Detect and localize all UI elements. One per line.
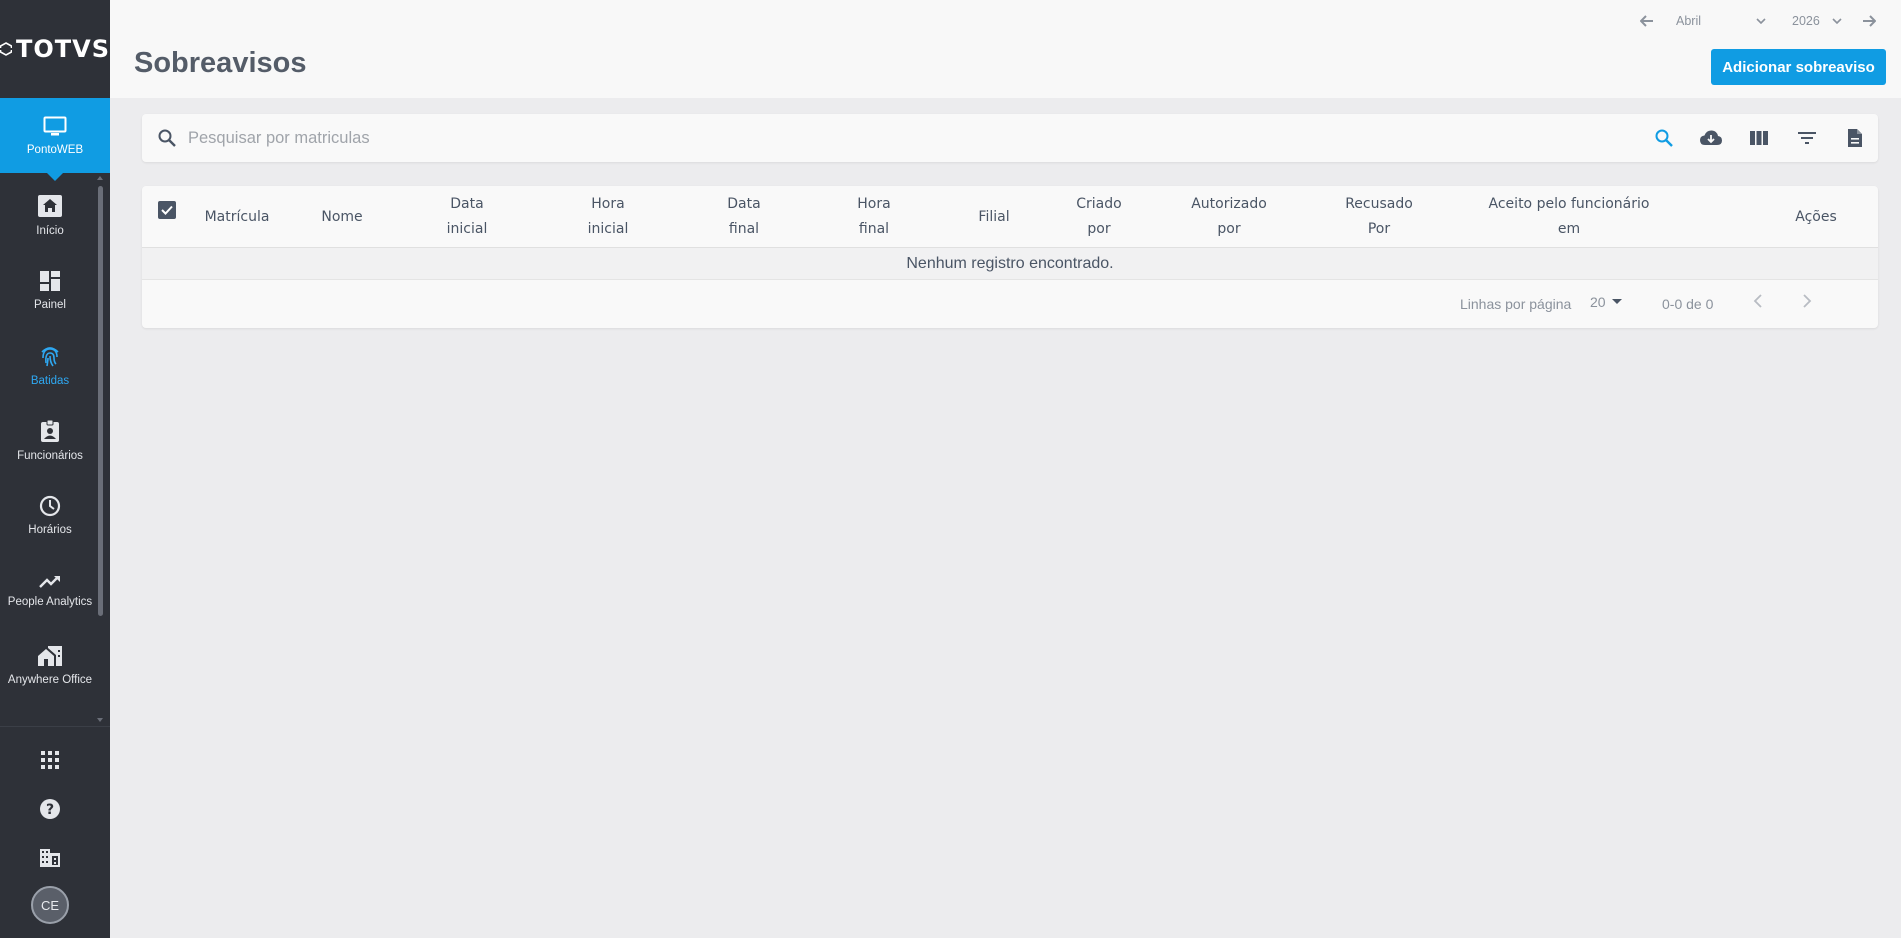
year-value: 2026: [1792, 14, 1820, 28]
chevron-left-icon[interactable]: [1752, 293, 1764, 309]
page-header: Sobreavisos Abril 2026 Adicionar sobreav…: [110, 0, 1901, 98]
caret-down-icon: [1611, 299, 1622, 304]
search-toolbar: [142, 114, 1878, 162]
scroll-up-icon[interactable]: [97, 176, 103, 180]
sidebar-item-batidas[interactable]: Batidas: [0, 328, 100, 403]
scroll-down-icon[interactable]: [97, 718, 103, 722]
year-select[interactable]: 2026: [1792, 14, 1854, 28]
page-range: 0-0 de 0: [1662, 296, 1714, 312]
column-filial[interactable]: Filial: [944, 186, 1044, 248]
table-header: Matrícula Nome Data inicial Hora inicial…: [142, 186, 1878, 248]
sidebar-item-people-analytics[interactable]: People Analytics: [0, 553, 100, 628]
sidebar-item-label: Funcionários: [17, 450, 83, 462]
help-button[interactable]: ?: [0, 798, 100, 820]
column-data-final[interactable]: Data final: [684, 186, 804, 248]
trending-up-icon: [39, 576, 60, 588]
empty-message: Nenhum registro encontrado.: [142, 248, 1878, 280]
building-icon: [40, 849, 60, 867]
download-button[interactable]: [1699, 126, 1723, 150]
company-button[interactable]: [0, 847, 100, 867]
select-all-checkbox[interactable]: [158, 201, 176, 219]
monitor-icon: [43, 116, 67, 135]
column-matricula[interactable]: Matrícula: [192, 186, 282, 248]
sidebar-item-label: Painel: [34, 299, 66, 311]
sidebar-item-label: Horários: [28, 524, 72, 536]
fingerprint-icon: [41, 347, 59, 367]
sidebar-item-label: Início: [36, 225, 64, 237]
sidebar-item-anywhere-office[interactable]: Anywhere Office: [0, 628, 100, 703]
check-icon: [161, 205, 173, 215]
user-menu[interactable]: CE: [0, 886, 100, 924]
arrow-right-icon[interactable]: [1862, 15, 1876, 27]
chevron-down-icon: [1832, 18, 1842, 24]
totvs-logo[interactable]: TOTVS: [0, 0, 110, 98]
document-icon: [1848, 129, 1862, 147]
search-icon: [1655, 129, 1673, 147]
clock-icon: [39, 495, 61, 517]
page-title: Sobreavisos: [134, 47, 307, 79]
filter-button[interactable]: [1795, 126, 1819, 150]
report-button[interactable]: [1843, 126, 1867, 150]
cloud-download-icon: [1700, 130, 1722, 145]
search-icon: [158, 129, 176, 147]
sidebar-item-label: People Analytics: [7, 596, 93, 608]
sidebar-item-painel[interactable]: Painel: [0, 253, 100, 328]
dashboard-icon: [40, 271, 60, 291]
column-data-inicial[interactable]: Data inicial: [402, 186, 532, 248]
month-select[interactable]: Abril: [1676, 14, 1786, 28]
column-hora-inicial[interactable]: Hora inicial: [532, 186, 684, 248]
badge-icon: [41, 419, 59, 442]
month-value: Abril: [1676, 14, 1702, 28]
rows-per-page-select[interactable]: 20: [1590, 294, 1622, 310]
search-input[interactable]: [188, 124, 1488, 152]
search-button[interactable]: [1652, 126, 1676, 150]
pagination: Linhas por página 20 0-0 de 0: [142, 280, 1878, 328]
sobreavisos-table: Matrícula Nome Data inicial Hora inicial…: [142, 186, 1878, 328]
home-icon: [38, 195, 62, 217]
columns-button[interactable]: [1747, 126, 1771, 150]
totvs-logo-icon: [0, 42, 12, 56]
rows-per-page-label: Linhas por página: [1460, 296, 1572, 312]
sidebar-item-funcionarios[interactable]: Funcionários: [0, 403, 100, 478]
rows-per-page-value: 20: [1590, 294, 1606, 310]
column-criado-por[interactable]: Criado por: [1044, 186, 1154, 248]
sidebar-app-pontoweb[interactable]: PontoWEB: [0, 98, 110, 181]
sidebar-item-label: Batidas: [30, 375, 70, 387]
apps-button[interactable]: [0, 751, 100, 769]
column-acoes: Ações: [1795, 208, 1837, 225]
help-icon: ?: [40, 799, 60, 819]
sidebar-item-horarios[interactable]: Horários: [0, 478, 100, 553]
chevron-right-icon[interactable]: [1801, 293, 1813, 309]
filter-list-icon: [1798, 132, 1816, 144]
chevron-down-icon: [1756, 18, 1766, 24]
home-work-icon: [38, 646, 62, 666]
columns-icon: [1750, 131, 1768, 145]
column-aceito-em[interactable]: Aceito pelo funcionário em: [1454, 186, 1684, 248]
sidebar-nav: Início Painel Batidas Funcionários Horár…: [0, 178, 100, 718]
avatar: CE: [31, 886, 69, 924]
logo-text: TOTVS: [15, 35, 110, 63]
svg-text:?: ?: [46, 802, 54, 818]
add-sobreaviso-button[interactable]: Adicionar sobreaviso: [1711, 49, 1886, 85]
period-selector: Abril 2026: [1640, 14, 1876, 28]
column-autorizado-por[interactable]: Autorizado por: [1154, 186, 1304, 248]
column-nome[interactable]: Nome: [282, 186, 402, 248]
sidebar-item-inicio[interactable]: Início: [0, 178, 100, 253]
sidebar-scrollbar[interactable]: [98, 186, 103, 616]
sidebar: TOTVS PontoWEB Início Painel Batidas Fun…: [0, 0, 110, 938]
sidebar-app-label: PontoWEB: [26, 143, 84, 156]
sidebar-item-label: Anywhere Office: [7, 674, 93, 686]
column-recusado-por[interactable]: Recusado Por: [1304, 186, 1454, 248]
apps-grid-icon: [41, 751, 59, 769]
column-hora-final[interactable]: Hora final: [804, 186, 944, 248]
arrow-left-icon[interactable]: [1640, 15, 1654, 27]
sidebar-divider: [0, 726, 110, 727]
